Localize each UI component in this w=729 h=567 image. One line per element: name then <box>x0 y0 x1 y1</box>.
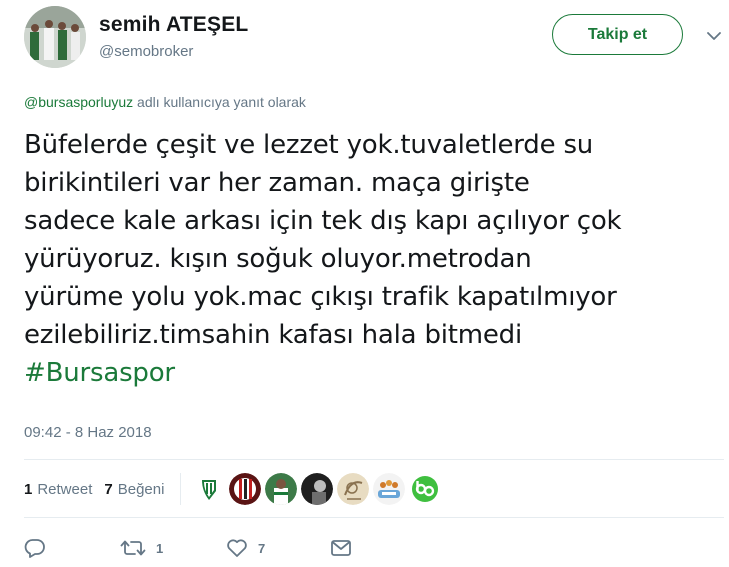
hashtag-link[interactable]: #Bursaspor <box>24 354 724 392</box>
like-button[interactable]: 7 <box>226 538 330 558</box>
reply-icon <box>24 538 46 558</box>
user-avatar[interactable] <box>24 6 86 68</box>
follow-button[interactable]: Takip et <box>552 14 683 55</box>
liker-avatar[interactable] <box>301 473 334 505</box>
retweet-icon <box>120 538 146 558</box>
display-name[interactable]: semih ATEŞEL <box>99 14 248 36</box>
like-count: 7 <box>258 540 266 556</box>
chevron-down-icon[interactable] <box>704 28 724 44</box>
direct-message-button[interactable] <box>330 538 352 558</box>
retweet-stat[interactable]: 1 Retweet <box>24 481 92 498</box>
liker-avatar[interactable] <box>337 473 370 505</box>
stats-separator <box>180 473 182 505</box>
tweet-line: sadece kale arkası için tek dış kapı açı… <box>24 206 622 236</box>
tweet-line: birikintileri var her zaman. maça girişt… <box>24 168 530 198</box>
liker-avatar[interactable] <box>409 473 442 505</box>
tweet-timestamp[interactable]: 09:42 - 8 Haz 2018 <box>24 423 152 443</box>
envelope-icon <box>330 538 352 558</box>
tweet-line: Büfelerde çeşit ve lezzet yok.tuvaletler… <box>24 130 594 160</box>
likers-list <box>193 473 445 505</box>
tweet-line: ezilebiliriz.timsahin kafası hala bitmed… <box>24 320 523 350</box>
liker-avatar[interactable] <box>373 473 406 505</box>
divider <box>24 459 724 460</box>
retweet-count: 1 <box>156 540 164 556</box>
retweet-button[interactable]: 1 <box>120 538 226 558</box>
username[interactable]: @semobroker <box>99 42 248 62</box>
reply-context: @bursasporluyuz adlı kullanıcıya yanıt o… <box>24 93 306 111</box>
like-stat-label: Beğeni <box>117 480 165 498</box>
heart-icon <box>226 538 248 558</box>
user-identity[interactable]: semih ATEŞEL @semobroker <box>99 14 248 62</box>
tweet-header: semih ATEŞEL @semobroker Takip et <box>24 6 724 70</box>
retweet-stat-count: 1 <box>24 480 33 498</box>
liker-avatar[interactable] <box>193 473 226 505</box>
reply-button[interactable] <box>24 538 120 558</box>
reply-mention-link[interactable]: @bursasporluyuz <box>24 94 133 110</box>
tweet-actions: 1 7 <box>24 533 724 563</box>
tweet-line: yürüme yolu yok.mac çıkışı trafik kapatı… <box>24 282 617 312</box>
reply-context-text: adlı kullanıcıya yanıt olarak <box>133 94 306 110</box>
like-stat-count: 7 <box>104 480 113 498</box>
like-stat[interactable]: 7 Beğeni <box>104 481 164 498</box>
liker-avatar[interactable] <box>229 473 262 505</box>
tweet-line: yürüyoruz. kışın soğuk oluyor.metrodan <box>24 244 532 274</box>
tweet-text: Büfelerde çeşit ve lezzet yok.tuvaletler… <box>24 126 724 392</box>
retweet-stat-label: Retweet <box>37 480 93 498</box>
liker-avatar[interactable] <box>265 473 298 505</box>
tweet-stats: 1 Retweet 7 Beğeni <box>24 470 724 508</box>
divider <box>24 517 724 518</box>
